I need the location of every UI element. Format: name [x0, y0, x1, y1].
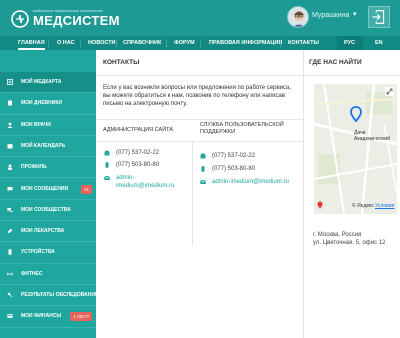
phone-icon: [104, 150, 110, 156]
sidebar-item-doctors[interactable]: МОИ ВРАЧИ: [0, 115, 96, 136]
messages-badge: 11: [81, 184, 92, 194]
map-place-label: Дачи Академический: [354, 130, 391, 142]
sidebar-item-devices[interactable]: УСТРОЙСТВА: [0, 242, 96, 264]
sidebar-item-label: ПРОФИЛЬ: [21, 164, 47, 171]
nav-news[interactable]: НОВОСТИ: [88, 36, 116, 50]
nav-about[interactable]: О НАС: [57, 36, 75, 50]
address: г. Москва, Россия ул. Цветочная, 5, офис…: [313, 231, 385, 247]
sidebar-item-messages[interactable]: МОИ СООБЩЕНИЯ 11: [0, 179, 96, 200]
map-title: ГДЕ НАС НАЙТИ: [309, 59, 362, 66]
medcard-icon: [7, 79, 13, 85]
results-icon: [7, 292, 13, 298]
fitness-icon: [7, 272, 13, 275]
admin-phone-1[interactable]: (077) 537-02-22: [116, 150, 159, 156]
page-title: КОНТАКТЫ: [103, 59, 140, 66]
avatar[interactable]: [287, 6, 309, 28]
messages-icon: [7, 186, 13, 191]
logo-icon: [11, 10, 29, 28]
nav-legal[interactable]: ПРАВОВАЯ ИНФОРМАЦИЯ: [209, 36, 282, 50]
phone-icon: [200, 153, 206, 159]
nav-reference[interactable]: СПРАВОЧНИК: [123, 36, 161, 50]
lang-ru[interactable]: РУС: [344, 36, 355, 50]
calendar-icon: [7, 143, 13, 149]
sidebar-item-label: МОИ ВРАЧИ: [21, 121, 51, 128]
sidebar-item-label: МОИ ФИНАНСЫ: [21, 313, 62, 320]
email-icon: [104, 175, 110, 180]
sidebar-item-medicines[interactable]: МОИ ЛЕКАРСТВА: [0, 221, 96, 243]
nav-contacts[interactable]: КОНТАКТЫ: [288, 36, 319, 50]
sidebar-item-label: МОИ ЛЕКАРСТВА: [21, 228, 65, 235]
sidebar-item-fitness[interactable]: ФИТНЕС: [0, 264, 96, 285]
sidebar-item-label: МОИ СООБЩЕСТВА: [21, 206, 71, 213]
finance-icon: [7, 314, 13, 319]
lang-en[interactable]: EN: [375, 36, 383, 50]
support-email[interactable]: admin-imedium@imedium.ru: [212, 178, 302, 186]
sidebar-item-medcard[interactable]: МОЙ МЕДКАРТА: [0, 72, 96, 94]
map-canvas: [314, 84, 397, 214]
map-panel: ГДЕ НАС НАЙТИ Дачи Академический © Яндек…: [304, 50, 400, 338]
sidebar: МОЙ МЕДКАРТА МОИ ДНЕВНИКИ МОИ ВРАЧИ МОЙ …: [0, 50, 99, 338]
logout-icon: [372, 10, 385, 24]
community-icon: [7, 207, 13, 213]
sidebar-item-communities[interactable]: МОИ СООБЩЕСТВА: [0, 200, 96, 222]
admin-title: АДМИНИСТРАЦИЯ САЙТА: [103, 127, 173, 133]
map-widget[interactable]: Дачи Академический © Яндекс Условия: [314, 84, 397, 214]
email-icon: [200, 179, 206, 184]
address-street: ул. Цветочная, 5, офис 12: [313, 240, 386, 246]
sidebar-item-finances[interactable]: МОИ ФИНАНСЫ 1 000 Р: [0, 306, 96, 328]
contacts-intro: Если у вас возникли вопросы или предложе…: [103, 85, 292, 107]
mobile-icon: [105, 162, 109, 168]
nav-forum[interactable]: ФОРУМ: [174, 36, 195, 50]
doctor-icon: [7, 122, 13, 128]
map-terms-link[interactable]: Условия: [375, 203, 394, 209]
support-title: СЛУЖБА ПОЛЬЗОВАТЕЛЬСКОЙ ПОДДЕРЖКИ: [200, 122, 284, 135]
sidebar-item-label: МОЙ КАЛЕНДАРЬ: [21, 142, 66, 149]
contacts-panel: КОНТАКТЫ Если у вас возникли вопросы или…: [96, 50, 304, 338]
sidebar-item-label: МОЙ МЕДКАРТА: [21, 79, 62, 85]
sidebar-item-profile[interactable]: ПРОФИЛЬ: [0, 157, 96, 179]
support-phone-1[interactable]: (077) 537-02-22: [212, 153, 255, 159]
chevron-down-icon[interactable]: ▾: [353, 10, 357, 18]
sidebar-item-label: УСТРОЙСТВА: [21, 249, 55, 256]
map-pin-icon[interactable]: [350, 106, 362, 122]
finance-badge: 1 000 Р: [70, 312, 92, 322]
device-icon: [8, 249, 12, 256]
profile-icon: [8, 164, 12, 170]
sidebar-item-results[interactable]: РЕЗУЛЬТАТЫ ОБСЛЕДОВАНИЙ: [0, 285, 99, 307]
user-name[interactable]: Мурашкина: [312, 12, 349, 19]
admin-email[interactable]: admin-imedium@imedium.ru: [116, 174, 188, 190]
logout-button[interactable]: [368, 6, 390, 28]
main-nav: ГЛАВНАЯ О НАС НОВОСТИ СПРАВОЧНИК ФОРУМ П…: [0, 36, 400, 50]
address-city: г. Москва, Россия: [313, 232, 362, 238]
sidebar-item-label: МОИ ДНЕВНИКИ: [21, 100, 63, 107]
logo-text: МЕДСИСТЕМ: [33, 13, 120, 28]
sidebar-item-diaries[interactable]: МОИ ДНЕВНИКИ: [0, 93, 96, 115]
sidebar-item-label: ФИТНЕС: [21, 270, 43, 277]
yandex-pin-icon: [317, 201, 323, 209]
map-attribution: © Яндекс: [352, 203, 374, 209]
admin-phone-2[interactable]: (077) 503-80-80: [116, 162, 159, 168]
support-phone-2[interactable]: (077) 503-80-80: [212, 166, 255, 172]
logo[interactable]: мобильное медицинское приложение МЕДСИСТ…: [11, 6, 221, 32]
sidebar-item-label: РЕЗУЛЬТАТЫ ОБСЛЕДОВАНИЙ: [21, 292, 99, 298]
user-photo-icon: [288, 7, 308, 27]
mobile-icon: [201, 166, 205, 172]
sidebar-item-label: МОИ СООБЩЕНИЯ: [21, 185, 69, 192]
app-header: мобильное медицинское приложение МЕДСИСТ…: [0, 0, 400, 36]
fullscreen-icon[interactable]: [385, 87, 394, 96]
diary-icon: [8, 100, 12, 106]
pill-icon: [7, 229, 13, 234]
sidebar-item-calendar[interactable]: МОЙ КАЛЕНДАРЬ: [0, 136, 96, 158]
nav-home[interactable]: ГЛАВНАЯ: [18, 36, 45, 50]
